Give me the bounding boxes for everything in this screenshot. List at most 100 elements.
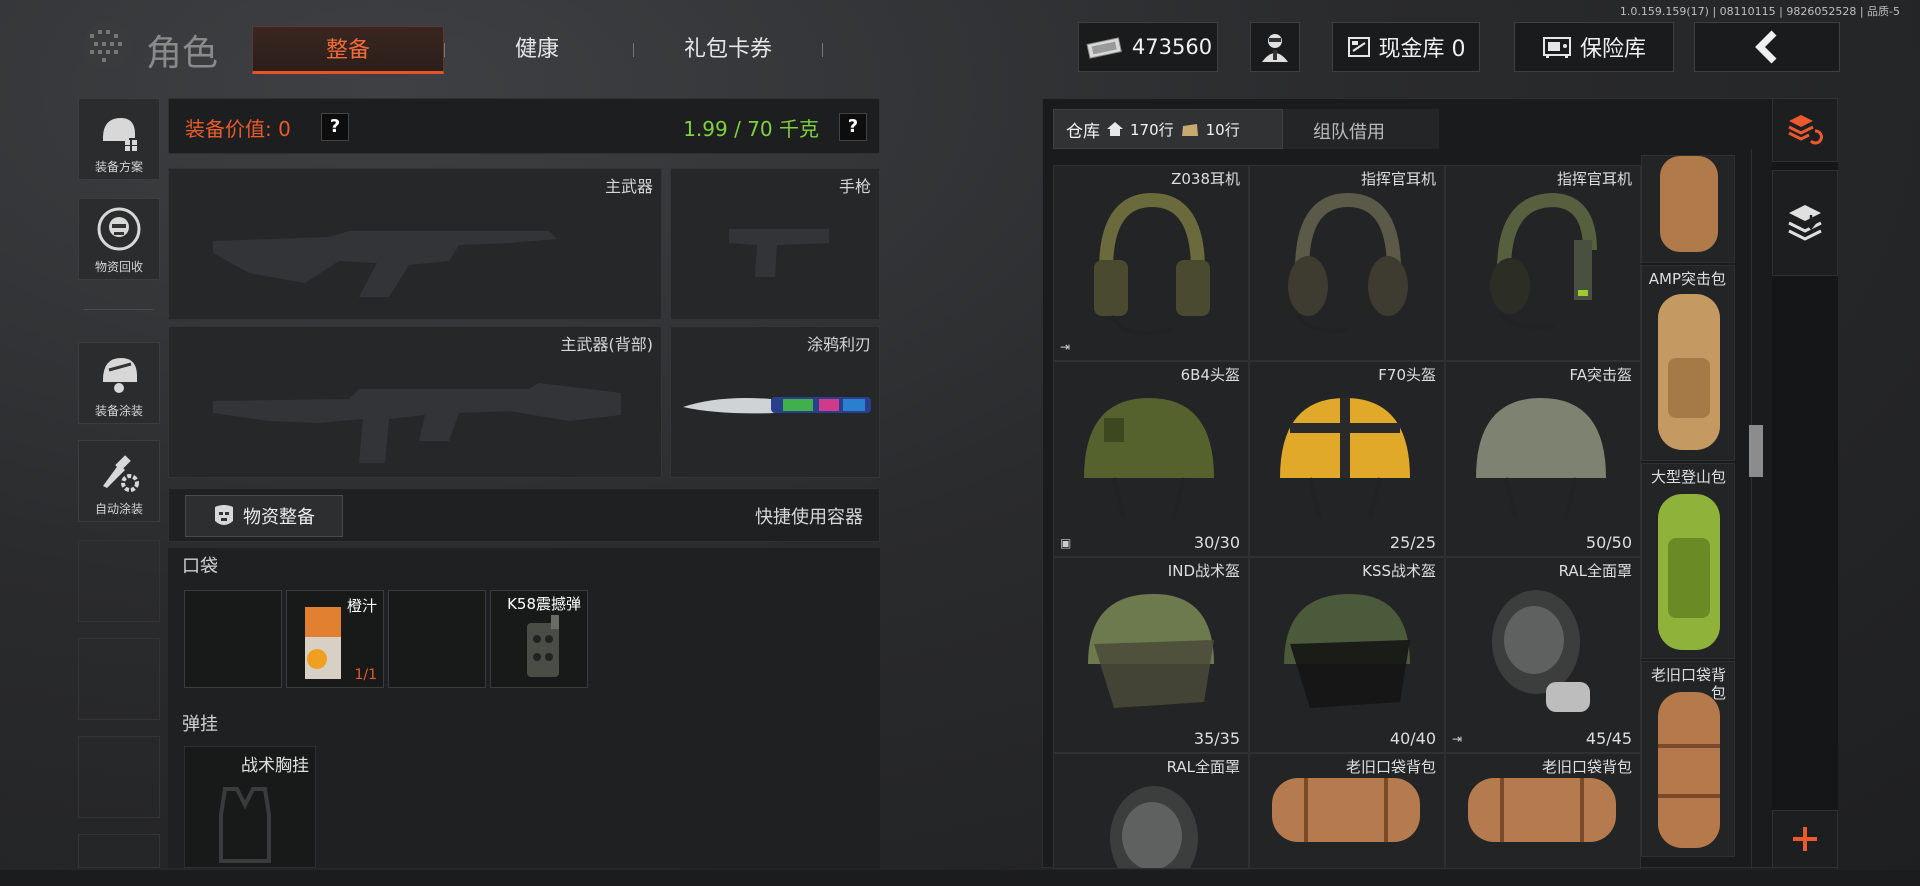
tab-equip[interactable]: 整备 bbox=[252, 26, 444, 74]
visor-helmet-icon bbox=[1088, 594, 1214, 708]
item-name: RAL全面罩 bbox=[1558, 562, 1632, 580]
scrollbar-thumb[interactable] bbox=[1749, 425, 1763, 477]
graffiti-knife-icon bbox=[683, 397, 871, 414]
item-name: K58震撼弹 bbox=[507, 595, 581, 613]
item-name: F70头盔 bbox=[1378, 366, 1436, 384]
primary-weapon-back-slot[interactable]: 主武器(背部) bbox=[168, 326, 662, 478]
cash-amount: 473560 bbox=[1131, 35, 1213, 59]
sidebar-auto-paint[interactable]: 自动涂装 bbox=[78, 440, 160, 522]
item-name: 指挥官耳机 bbox=[1556, 170, 1632, 188]
bottom-bar bbox=[0, 870, 1920, 886]
cash-display[interactable]: 473560 bbox=[1078, 22, 1218, 72]
warehouse-label: 仓库 bbox=[1066, 121, 1100, 142]
item-backpack[interactable] bbox=[1641, 155, 1735, 263]
add-icon bbox=[1793, 827, 1817, 851]
tab-divider bbox=[444, 43, 445, 57]
pocket-slot-flashbang[interactable]: K58震撼弹 bbox=[490, 590, 588, 688]
item-name: 战术胸挂 bbox=[241, 756, 309, 776]
pistol-slot[interactable]: 手枪 bbox=[670, 168, 880, 320]
back-button[interactable] bbox=[1694, 22, 1840, 72]
sidebar-divider bbox=[84, 309, 154, 310]
pocket-panel: 口袋 橙汁 1/1 K58震撼弹 弹挂 战术胸挂 bbox=[168, 548, 880, 868]
safe-button[interactable]: 保险库 bbox=[1514, 22, 1674, 72]
item-old-pocket-backpack[interactable]: 老旧口袋背包 bbox=[1641, 661, 1735, 857]
rifle-back-silhouette-icon bbox=[213, 383, 621, 463]
equipment-value: 装备价值: 0 bbox=[185, 117, 291, 141]
melee-slot[interactable]: 涂鸦利刃 bbox=[670, 326, 880, 478]
headset-icon bbox=[1288, 192, 1408, 333]
back-arrow-icon bbox=[1755, 30, 1777, 64]
item-fa-helmet[interactable]: FA突击盔 50/50 bbox=[1445, 361, 1641, 557]
pocket-slot-empty[interactable] bbox=[388, 590, 486, 688]
slot-label: 手枪 bbox=[838, 177, 871, 196]
slot-label: 主武器(背部) bbox=[560, 335, 654, 354]
page-title: 角色 bbox=[146, 33, 219, 74]
sidebar-empty-slot bbox=[78, 638, 160, 720]
pistol-silhouette-icon bbox=[729, 229, 829, 277]
weight-help-button[interactable]: ? bbox=[839, 113, 867, 141]
item-f70-helmet[interactable]: F70头盔 25/25 bbox=[1249, 361, 1445, 557]
bag-rows: 10行 bbox=[1205, 120, 1240, 139]
headset-icon bbox=[1490, 192, 1597, 329]
backpack-icon bbox=[1658, 294, 1720, 450]
backpack-icon bbox=[1272, 778, 1420, 842]
tab-team-borrow[interactable]: 组队借用 bbox=[1313, 118, 1385, 144]
item-z038-headset[interactable]: Z038耳机 ⇥ bbox=[1053, 165, 1249, 361]
gas-mask-icon bbox=[1110, 786, 1198, 868]
pocket-slot-juice[interactable]: 橙汁 1/1 bbox=[286, 590, 384, 688]
item-durability: 25/25 bbox=[1389, 533, 1436, 552]
tab-health[interactable]: 健康 bbox=[470, 26, 604, 74]
sidebar-empty-slot bbox=[78, 540, 160, 622]
sidebar-paint[interactable]: 装备涂装 bbox=[78, 342, 160, 424]
bag-icon bbox=[1181, 124, 1198, 136]
sidebar-loadout-plan[interactable]: 装备方案 bbox=[78, 98, 160, 180]
item-name: FA突击盔 bbox=[1569, 366, 1632, 384]
add-button[interactable] bbox=[1772, 810, 1838, 868]
equipment-value-bar: 装备价值: 0 ? 1.99 / 70 千克 ? bbox=[168, 98, 880, 154]
value-help-button[interactable]: ? bbox=[321, 113, 349, 141]
sort-button[interactable] bbox=[1772, 98, 1838, 162]
import-layers-icon bbox=[1788, 205, 1822, 241]
item-ral-mask[interactable]: RAL全面罩 ⇥ 45/45 bbox=[1445, 557, 1641, 753]
primary-weapon-slot[interactable]: 主武器 bbox=[168, 168, 662, 320]
item-amp-assault-pack[interactable]: AMP突击包 bbox=[1641, 265, 1735, 461]
item-large-hiking-pack[interactable]: 大型登山包 bbox=[1641, 463, 1735, 659]
item-ral-mask[interactable]: RAL全面罩 bbox=[1053, 753, 1249, 869]
rig-slot[interactable]: 战术胸挂 bbox=[184, 746, 316, 868]
gas-mask-icon bbox=[1492, 590, 1590, 712]
safe-icon bbox=[1542, 37, 1571, 58]
backpack-icon bbox=[1658, 494, 1720, 650]
item-old-pocket-backpack[interactable]: 老旧口袋背包 bbox=[1445, 753, 1641, 869]
item-ind-helmet[interactable]: IND战术盔 35/35 bbox=[1053, 557, 1249, 753]
item-count: 1/1 bbox=[354, 667, 377, 683]
backpack-icon bbox=[1660, 156, 1718, 252]
item-commander-headset[interactable]: 指挥官耳机 bbox=[1445, 165, 1641, 361]
item-name: 大型登山包 bbox=[1650, 468, 1726, 486]
import-button[interactable] bbox=[1772, 170, 1838, 276]
supply-row: 物资整备 快捷使用容器 bbox=[168, 488, 880, 542]
pocket-slot-empty[interactable] bbox=[184, 590, 282, 688]
agent-button[interactable] bbox=[1250, 22, 1300, 72]
weight-display: 1.99 / 70 千克 bbox=[683, 117, 819, 141]
item-durability: 45/45 bbox=[1585, 729, 1632, 748]
item-old-pocket-backpack[interactable]: 老旧口袋背包 bbox=[1249, 753, 1445, 869]
quick-container-label[interactable]: 快捷使用容器 bbox=[755, 503, 863, 529]
item-kss-helmet[interactable]: KSS战术盔 40/40 bbox=[1249, 557, 1445, 753]
sidebar-empty-slot bbox=[78, 736, 160, 818]
sidebar-recycle[interactable]: 物资回收 bbox=[78, 198, 160, 280]
item-durability: 50/50 bbox=[1585, 533, 1632, 552]
slot-label: 主武器 bbox=[604, 177, 653, 196]
sort-layers-icon bbox=[1788, 115, 1823, 145]
item-6b4-helmet[interactable]: 6B4头盔 ▣ 30/30 bbox=[1053, 361, 1249, 557]
sidebar-label: 装备涂装 bbox=[94, 404, 143, 418]
exit-marker-icon: ⇥ bbox=[1452, 732, 1463, 746]
sidebar-label: 自动涂装 bbox=[94, 502, 143, 516]
item-name: RAL全面罩 bbox=[1166, 758, 1240, 776]
backpack-icon bbox=[1658, 692, 1720, 848]
item-commander-headset[interactable]: 指挥官耳机 bbox=[1249, 165, 1445, 361]
supply-button[interactable]: 物资整备 bbox=[185, 495, 343, 537]
tab-gift-voucher[interactable]: 礼包卡券 bbox=[640, 26, 816, 74]
tab-warehouse[interactable]: 仓库 170行 10行 bbox=[1053, 109, 1283, 149]
tab-divider bbox=[822, 43, 823, 57]
cash-vault-button[interactable]: 现金库 0 bbox=[1332, 22, 1480, 72]
